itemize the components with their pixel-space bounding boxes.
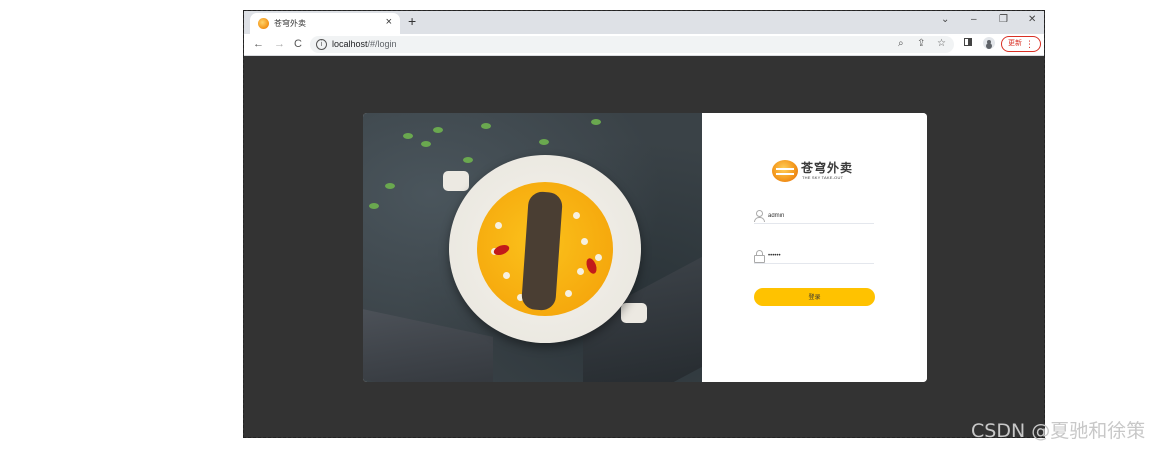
logo-title: 苍穹外卖 <box>801 161 854 175</box>
username-input[interactable] <box>768 209 872 222</box>
login-form: 苍穹外卖 THE SKY TAKE-OUT 登录 <box>702 113 927 382</box>
page-viewport: 苍穹外卖 THE SKY TAKE-OUT 登录 <box>244 56 1044 437</box>
lotus-seed <box>503 272 510 279</box>
bowl <box>449 155 641 343</box>
url-path: /#/login <box>367 39 397 49</box>
food-image <box>363 113 723 382</box>
lotus-seed <box>495 222 502 229</box>
site-info-icon[interactable]: i <box>316 39 327 50</box>
url-host: localhost <box>332 39 368 49</box>
herb-leaf <box>403 133 413 139</box>
watermark: CSDN @夏驰和徐策 <box>971 420 1146 442</box>
herb-leaf <box>433 127 443 133</box>
browser-window: 苍穹外卖 × + ⌄ – ❐ ✕ ← → C i localhost/#/log… <box>243 10 1045 438</box>
tab-strip: 苍穹外卖 × + ⌄ – ❐ ✕ <box>244 11 1044 34</box>
address-url[interactable]: localhost/#/login <box>332 39 397 49</box>
tab-search-icon[interactable]: ⌄ <box>941 14 949 26</box>
lock-icon <box>754 250 765 263</box>
tab-title: 苍穹外卖 <box>274 19 306 28</box>
lotus-seed <box>595 254 602 261</box>
share-icon[interactable]: ⇪ <box>917 38 925 50</box>
soup <box>477 182 613 316</box>
password-field[interactable] <box>754 249 874 264</box>
bowl-handle <box>621 303 647 323</box>
new-tab-button[interactable]: + <box>408 14 416 28</box>
address-bar[interactable]: i localhost/#/login ⌕ ⇪ ☆ <box>310 36 954 53</box>
lotus-seed <box>577 268 584 275</box>
logo-icon <box>772 160 798 182</box>
lotus-seed <box>573 212 580 219</box>
bowl-handle <box>443 171 469 191</box>
menu-icon[interactable]: ⋮ <box>1025 37 1034 51</box>
password-input[interactable] <box>768 249 872 262</box>
login-card: 苍穹外卖 THE SKY TAKE-OUT 登录 <box>363 113 927 382</box>
window-close-icon[interactable]: ✕ <box>1028 14 1036 26</box>
bookmark-star-icon[interactable]: ☆ <box>937 38 946 50</box>
browser-tab[interactable]: 苍穹外卖 × <box>250 13 400 34</box>
forward-icon[interactable]: → <box>274 38 285 50</box>
profile-icon[interactable] <box>983 37 995 49</box>
goji-berry <box>492 243 511 257</box>
side-panel-icon[interactable] <box>964 38 972 46</box>
restore-icon[interactable]: ❐ <box>999 14 1008 26</box>
herb-leaf <box>481 123 491 129</box>
herb-leaf <box>369 203 379 209</box>
favicon-icon <box>258 18 269 29</box>
username-field[interactable] <box>754 209 874 224</box>
browser-toolbar: ← → C i localhost/#/login ⌕ ⇪ ☆ 更新 ⋮ <box>244 34 1044 56</box>
lotus-seed <box>581 238 588 245</box>
logo-subtitle: THE SKY TAKE-OUT <box>802 175 844 180</box>
update-button[interactable]: 更新 ⋮ <box>1001 36 1041 52</box>
cloth-decoration <box>363 309 493 382</box>
login-button[interactable]: 登录 <box>754 288 875 306</box>
update-label: 更新 <box>1008 40 1022 47</box>
herb-leaf <box>421 141 431 147</box>
reload-icon[interactable]: C <box>294 38 302 50</box>
herb-leaf <box>463 157 473 163</box>
minimize-icon[interactable]: – <box>971 14 977 26</box>
user-icon <box>754 210 765 222</box>
back-icon[interactable]: ← <box>253 38 264 50</box>
herb-leaf <box>591 119 601 125</box>
tab-close-icon[interactable]: × <box>386 16 392 28</box>
zoom-icon[interactable]: ⌕ <box>898 38 904 50</box>
herb-leaf <box>539 139 549 145</box>
sea-cucumber <box>520 190 564 312</box>
logo: 苍穹外卖 THE SKY TAKE-OUT <box>772 158 862 184</box>
herb-leaf <box>385 183 395 189</box>
lotus-seed <box>565 290 572 297</box>
